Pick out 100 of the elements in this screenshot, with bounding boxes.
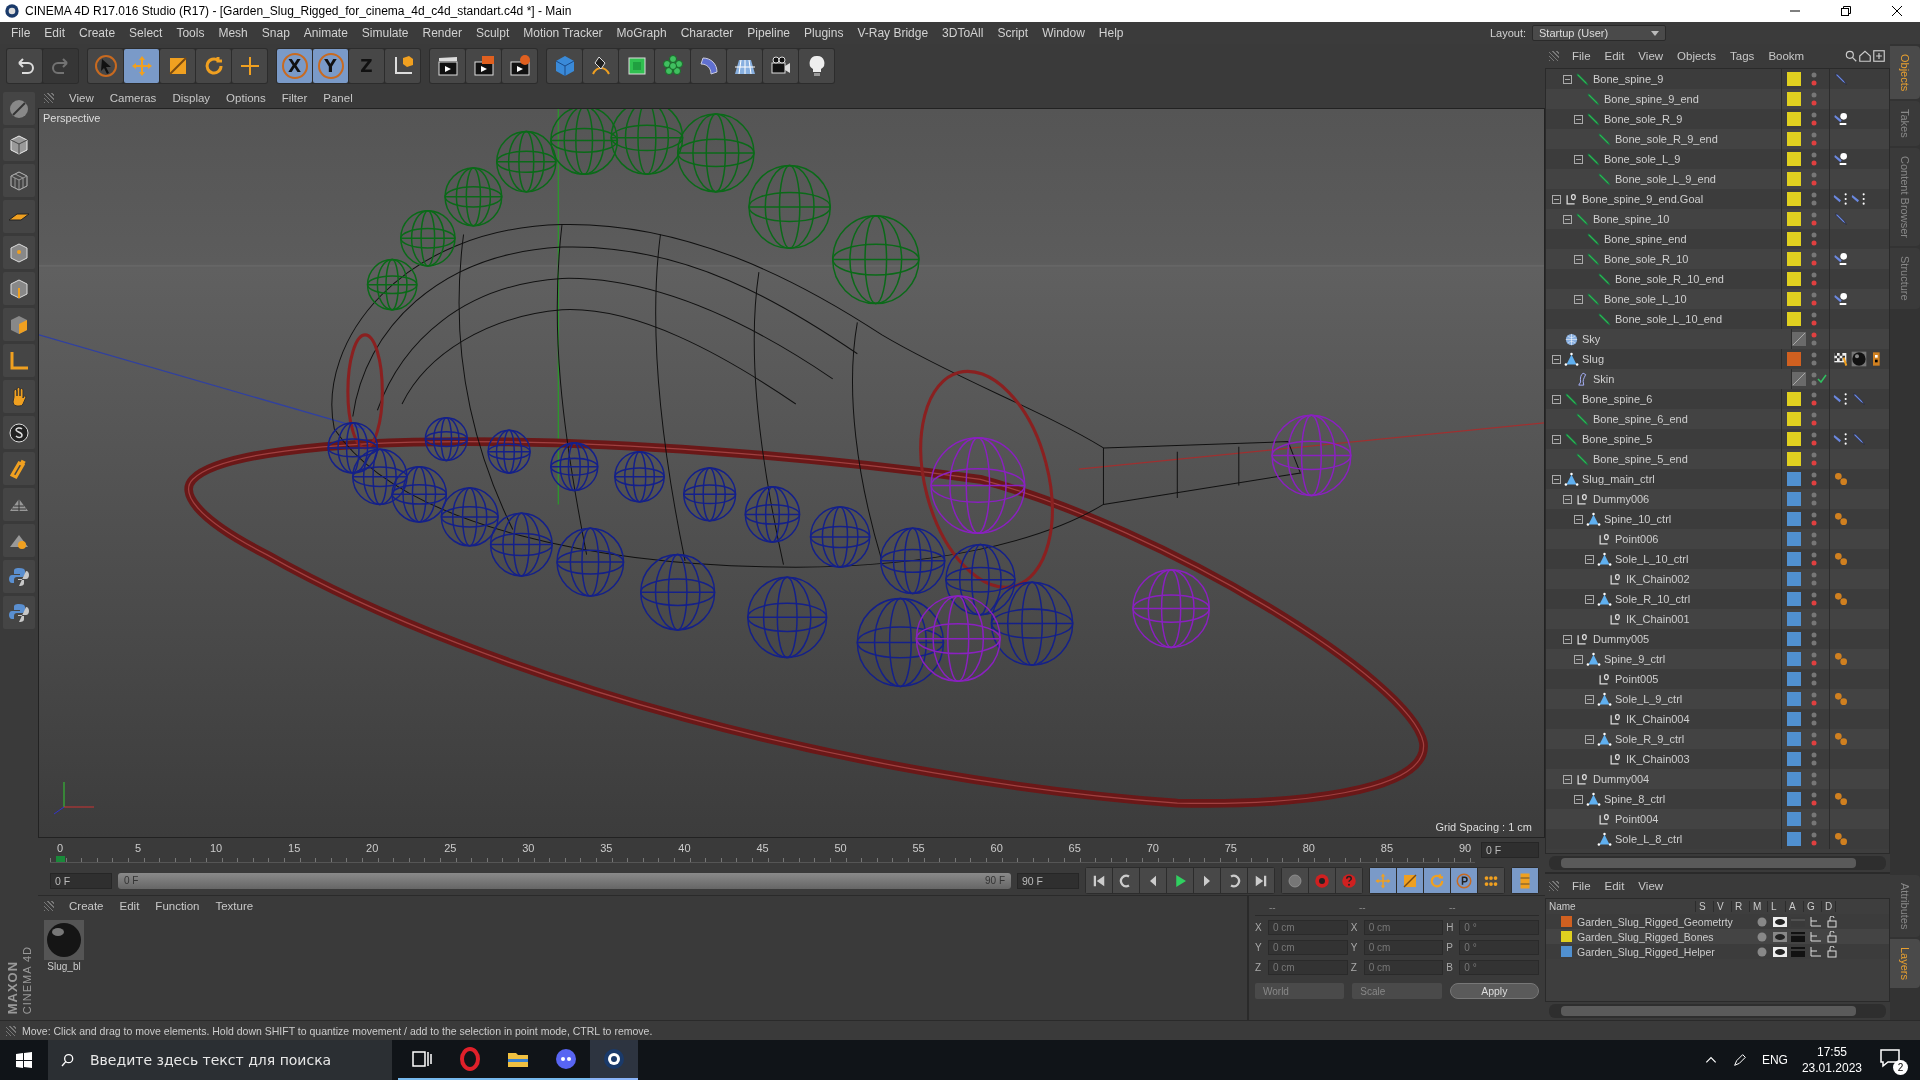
collapse-icon[interactable] [1574, 154, 1583, 164]
collapse-icon[interactable] [1585, 594, 1594, 604]
key-button[interactable] [1282, 868, 1308, 893]
object-row[interactable]: Bone_spine_6_end [1546, 409, 1889, 429]
plus-arrows-button[interactable] [232, 49, 267, 83]
layer-menu-item[interactable]: File [1565, 880, 1598, 892]
plane-button[interactable] [3, 200, 35, 233]
viewport-menu-item[interactable]: View [62, 92, 101, 104]
grip-icon[interactable] [1549, 51, 1559, 61]
column-header[interactable]: R [1732, 901, 1750, 912]
collapse-icon[interactable] [1574, 654, 1583, 664]
object-menu-item[interactable]: View [1631, 50, 1671, 62]
balls-tag-icon[interactable] [1833, 591, 1849, 607]
visibility-dots-icon[interactable] [1811, 412, 1817, 426]
balls-tag-icon[interactable] [1833, 511, 1849, 527]
object-row[interactable]: Bone_sole_R_9_end [1546, 129, 1889, 149]
horizontal-scrollbar[interactable] [1549, 856, 1886, 870]
visibility-dots-icon[interactable] [1811, 112, 1817, 126]
constraint-tag-icon[interactable] [1833, 191, 1849, 207]
scrollbar-thumb[interactable] [1561, 858, 1856, 868]
visibility-dots-icon[interactable] [1811, 392, 1817, 406]
play-button[interactable] [1167, 868, 1193, 893]
menu-item[interactable]: Pipeline [740, 26, 798, 40]
3d-viewport[interactable]: Perspective Grid Spacing : 1 cm [38, 108, 1545, 838]
menu-item[interactable]: Help [1091, 26, 1131, 40]
visibility-dots-icon[interactable] [1811, 312, 1817, 326]
taskbar-search-box[interactable]: Введите здесь текст для поиска [48, 1040, 392, 1080]
visibility-dots-icon[interactable] [1811, 332, 1817, 346]
menu-item[interactable]: Simulate [354, 26, 416, 40]
constraint-tag-icon[interactable] [1833, 391, 1849, 407]
collapse-icon[interactable] [1552, 394, 1561, 404]
visibility-dots-icon[interactable] [1811, 132, 1817, 146]
object-menu-item[interactable]: File [1565, 50, 1598, 62]
visibility-dots-icon[interactable] [1811, 152, 1817, 166]
axis-button[interactable] [3, 344, 35, 377]
undo-button[interactable] [7, 49, 42, 83]
eye-icon[interactable] [1773, 946, 1787, 957]
taskbar-search-field[interactable]: Введите здесь текст для поиска [88, 1051, 380, 1069]
cloner-button[interactable] [655, 49, 690, 83]
visibility-dots-icon[interactable] [1811, 692, 1817, 706]
balls-tag-icon[interactable] [1833, 471, 1849, 487]
object-menu-item[interactable]: Objects [1670, 50, 1724, 62]
collapse-icon[interactable] [1585, 694, 1594, 704]
collapse-icon[interactable] [1574, 514, 1583, 524]
balls-tag-icon[interactable] [1833, 831, 1849, 847]
collapse-icon[interactable] [1552, 434, 1561, 444]
floor-grid-button[interactable] [727, 49, 762, 83]
new-view-icon[interactable] [1872, 49, 1886, 63]
layer-row[interactable]: Garden_Slug_Rigged_Bones [1546, 929, 1889, 944]
grip-icon[interactable] [6, 1025, 16, 1036]
menu-item[interactable]: Character [673, 26, 741, 40]
menu-item[interactable]: Create [72, 26, 123, 40]
collapse-icon[interactable] [1563, 774, 1572, 784]
visibility-dots-icon[interactable] [1811, 672, 1817, 686]
collapse-icon[interactable] [1574, 254, 1583, 264]
constraint-tag-icon[interactable] [1851, 191, 1867, 207]
visibility-dots-icon[interactable] [1811, 572, 1817, 586]
axis-lock-button[interactable]: X [277, 49, 312, 83]
constraint-tag-icon[interactable] [1833, 431, 1849, 447]
object-menu-item[interactable]: Edit [1597, 50, 1632, 62]
material-menu-item[interactable]: Function [148, 900, 207, 912]
pin-tag-icon[interactable] [1833, 291, 1849, 307]
python-button[interactable] [3, 560, 35, 593]
balls-tag-icon[interactable] [1833, 551, 1849, 567]
parameter-button[interactable] [1451, 868, 1477, 893]
column-header[interactable]: S [1696, 901, 1714, 912]
menu-item[interactable]: Snap [254, 26, 297, 40]
dot-grid-button[interactable] [1478, 868, 1504, 893]
visibility-dots-icon[interactable] [1811, 772, 1817, 786]
bone-tag-icon[interactable] [1851, 391, 1867, 407]
hierarchy-icon[interactable] [1809, 916, 1823, 927]
end-frame-field[interactable]: 90 F [1017, 872, 1079, 889]
collapse-icon[interactable] [1574, 294, 1583, 304]
search-icon[interactable] [1844, 49, 1858, 63]
object-menu-item[interactable]: Bookm [1761, 50, 1812, 62]
lock-icon[interactable] [1827, 930, 1837, 943]
light-bulb-button[interactable] [799, 49, 834, 83]
visibility-dots-icon[interactable] [1811, 232, 1817, 246]
visibility-dots-icon[interactable] [1811, 92, 1817, 106]
hand-button[interactable] [3, 380, 35, 413]
scrollbar-thumb[interactable] [1561, 1006, 1856, 1016]
axis-lock-button[interactable]: Y [313, 49, 348, 83]
material-menu-item[interactable]: Texture [208, 900, 261, 912]
object-row[interactable]: IK_Chain002 [1546, 569, 1889, 589]
bone-tag-icon[interactable] [1851, 431, 1867, 447]
menu-item[interactable]: Edit [37, 26, 73, 40]
visibility-dots-icon[interactable] [1811, 832, 1817, 846]
object-row[interactable]: Sole_L_9_ctrl [1546, 689, 1889, 709]
column-header[interactable]: Name [1546, 901, 1696, 912]
collapse-icon[interactable] [1552, 194, 1561, 204]
visibility-dots-icon[interactable] [1811, 552, 1817, 566]
current-frame-field[interactable]: 0 F [1481, 842, 1539, 858]
menu-item[interactable]: Script [990, 26, 1036, 40]
texture-cube-button[interactable] [3, 164, 35, 197]
column-header[interactable]: V [1714, 901, 1732, 912]
object-row[interactable]: Sky [1546, 329, 1889, 349]
hierarchy-icon[interactable] [1809, 931, 1823, 942]
grip-icon[interactable] [44, 93, 54, 103]
snap-button[interactable] [3, 416, 35, 449]
visibility-dots-icon[interactable] [1811, 812, 1817, 826]
